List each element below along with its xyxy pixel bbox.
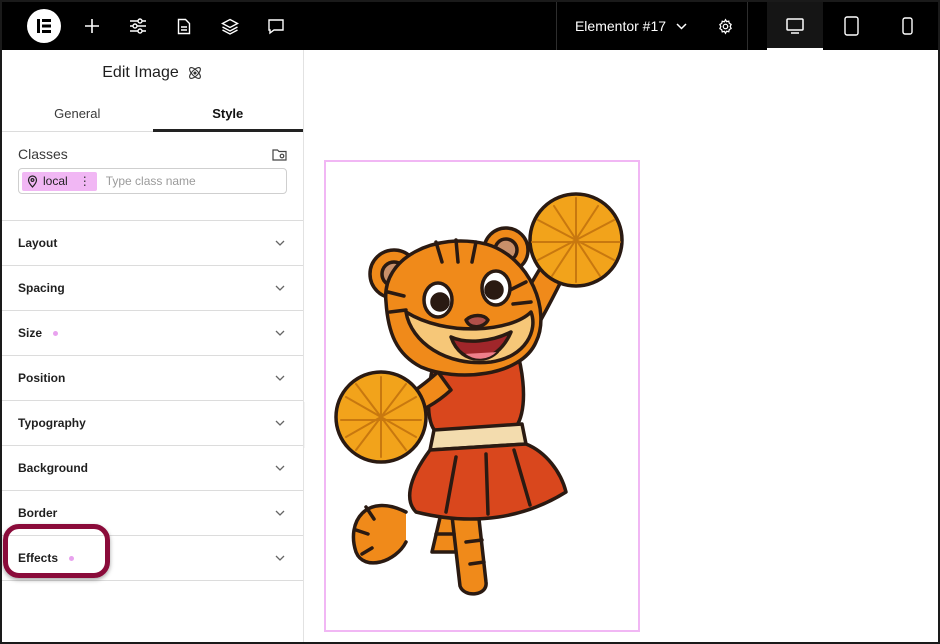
section-background[interactable]: Background: [2, 446, 303, 491]
class-chip-local[interactable]: local ⋮: [22, 171, 97, 191]
panel-title: Edit Image: [102, 64, 179, 81]
app-frame: Elementor #17 Edit Image General Style C…: [0, 0, 940, 644]
editor-panel: Edit Image General Style Classes local ⋮…: [2, 50, 304, 642]
section-label: Position: [18, 371, 66, 385]
chevron-down-icon: [275, 420, 285, 426]
modified-indicator: [69, 555, 75, 561]
section-spacing[interactable]: Spacing: [2, 266, 303, 311]
section-label: Layout: [18, 236, 58, 250]
class-chip-label: local: [43, 174, 68, 188]
section-label: Spacing: [18, 281, 65, 295]
gear-icon[interactable]: [704, 2, 746, 50]
desktop-icon[interactable]: [767, 2, 823, 50]
section-layout[interactable]: Layout: [2, 221, 303, 266]
toolbar-divider: [747, 2, 748, 50]
section-label: Size: [18, 326, 43, 340]
elementor-logo-icon[interactable]: [27, 9, 61, 43]
chip-menu-icon[interactable]: ⋮: [79, 174, 91, 188]
page-icon[interactable]: [161, 2, 207, 50]
section-label: Typography: [18, 416, 86, 430]
section-border[interactable]: Border: [2, 491, 303, 536]
chevron-down-icon: [275, 555, 285, 561]
layers-icon[interactable]: [207, 2, 253, 50]
section-size[interactable]: Size: [2, 311, 303, 356]
tablet-icon[interactable]: [823, 2, 879, 50]
tiger-cheerleader-image: [334, 192, 624, 596]
classes-label: Classes: [18, 146, 68, 162]
panel-tabs: General Style: [2, 96, 303, 132]
top-bar: Elementor #17: [2, 2, 938, 50]
document-title-dropdown[interactable]: Elementor #17: [556, 2, 706, 50]
class-name-input[interactable]: Type class name: [106, 174, 196, 188]
chevron-down-icon: [275, 330, 285, 336]
mobile-icon[interactable]: [879, 2, 935, 50]
chevron-down-icon: [275, 510, 285, 516]
section-label: Border: [18, 506, 58, 520]
chevron-down-icon: [275, 240, 285, 246]
modified-indicator: [53, 330, 59, 336]
sliders-icon[interactable]: [115, 2, 161, 50]
tab-style[interactable]: Style: [152, 96, 304, 132]
chevron-down-icon: [275, 465, 285, 471]
folder-icon[interactable]: [272, 148, 287, 161]
comment-icon[interactable]: [253, 2, 299, 50]
section-typography[interactable]: Typography: [2, 401, 303, 446]
panel-header: Edit Image: [2, 50, 303, 96]
chevron-down-icon: [275, 285, 285, 291]
add-icon[interactable]: [69, 2, 115, 50]
section-position[interactable]: Position: [2, 356, 303, 401]
image-widget[interactable]: [324, 160, 640, 632]
document-title: Elementor #17: [574, 18, 667, 34]
section-effects[interactable]: Effects: [2, 536, 303, 581]
atom-icon: [188, 67, 201, 79]
classes-section: Classes local ⋮ Type class name: [2, 132, 303, 221]
location-pin-icon: [27, 174, 38, 188]
class-selector-input[interactable]: local ⋮ Type class name: [18, 168, 287, 194]
chevron-down-icon: [676, 22, 687, 30]
section-label: Effects: [18, 551, 59, 565]
tab-general[interactable]: General: [2, 96, 153, 131]
preview-canvas: [305, 50, 938, 642]
chevron-down-icon: [275, 375, 285, 381]
section-label: Background: [18, 461, 89, 475]
